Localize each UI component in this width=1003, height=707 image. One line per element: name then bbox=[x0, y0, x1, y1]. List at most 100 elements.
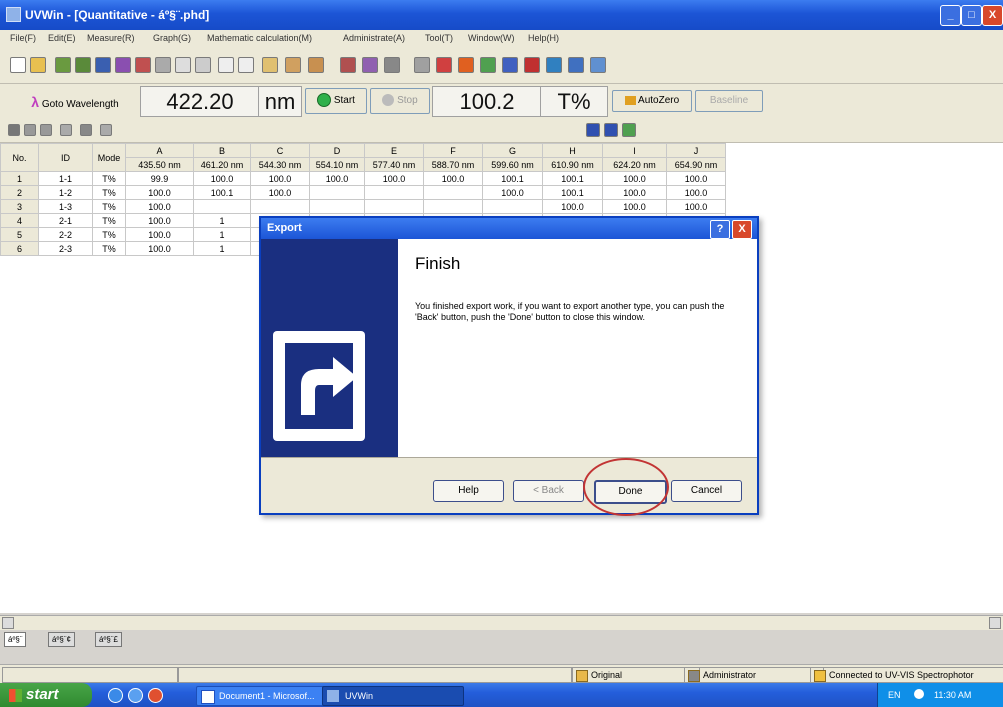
menu-edit[interactable]: Edit(E) bbox=[48, 33, 76, 43]
chart-icon[interactable] bbox=[622, 123, 636, 137]
menu-admin[interactable]: Administrate(A) bbox=[343, 33, 405, 43]
pointer-icon[interactable] bbox=[414, 57, 430, 73]
table-row[interactable]: 3 1-3 T% 100.0 100.0 100.0 100.0 bbox=[0, 199, 726, 214]
table-row[interactable]: 2 1-2 T% 100.0 100.1 100.0 100.0 100.1 100.0 100.… bbox=[0, 185, 726, 200]
cell-value[interactable] bbox=[193, 199, 251, 214]
open-method-icon[interactable] bbox=[75, 57, 91, 73]
ie-icon[interactable] bbox=[108, 688, 123, 703]
format-icon[interactable] bbox=[100, 124, 112, 136]
taskbar-uvwin[interactable]: UVWin bbox=[322, 686, 464, 706]
row-number[interactable]: 5 bbox=[0, 227, 39, 242]
save-as-icon[interactable] bbox=[115, 57, 131, 73]
sheet-tab[interactable]: áº§¨ bbox=[4, 632, 27, 647]
row-number[interactable]: 1 bbox=[0, 171, 39, 186]
peak-icon[interactable] bbox=[436, 57, 452, 73]
zoom-icon[interactable] bbox=[502, 57, 518, 73]
cell-value[interactable] bbox=[364, 185, 424, 200]
add-row-icon[interactable] bbox=[8, 124, 20, 136]
new-icon[interactable] bbox=[10, 57, 26, 73]
taskbar-document[interactable]: Document1 - Microsof... bbox=[196, 686, 340, 706]
open-icon[interactable] bbox=[30, 57, 46, 73]
row-id[interactable]: 2-1 bbox=[38, 213, 93, 228]
language-indicator[interactable]: EN bbox=[888, 690, 901, 700]
dialog-close-button[interactable]: X bbox=[732, 220, 752, 239]
speaker-icon[interactable] bbox=[914, 689, 924, 699]
export-icon[interactable] bbox=[586, 123, 600, 137]
baseline-button[interactable]: Baseline bbox=[695, 90, 763, 112]
cell-value[interactable]: 1 bbox=[193, 213, 251, 228]
cell-value[interactable]: 100.0 bbox=[666, 185, 726, 200]
horizontal-scrollbar[interactable] bbox=[0, 615, 1003, 630]
instrument-icon[interactable] bbox=[340, 57, 356, 73]
menu-file[interactable]: File(F) bbox=[10, 33, 36, 43]
sum-icon[interactable] bbox=[60, 124, 72, 136]
tool-icon[interactable] bbox=[384, 57, 400, 73]
cell-value[interactable]: 100.1 bbox=[542, 185, 603, 200]
sheet-tab[interactable]: áº§¨£ bbox=[95, 632, 122, 647]
wavelength-icon[interactable] bbox=[458, 57, 474, 73]
row-id[interactable]: 1-1 bbox=[38, 171, 93, 186]
cell-value[interactable]: 100.0 bbox=[602, 199, 667, 214]
row-mode[interactable]: T% bbox=[92, 213, 126, 228]
cell-value[interactable]: 100.0 bbox=[602, 185, 667, 200]
open-data-icon[interactable] bbox=[55, 57, 71, 73]
data-icon[interactable] bbox=[308, 57, 324, 73]
window-icon[interactable] bbox=[546, 57, 562, 73]
help-button[interactable]: Help bbox=[433, 480, 504, 502]
report-icon[interactable] bbox=[524, 57, 540, 73]
start-button[interactable]: Start bbox=[305, 88, 367, 114]
cell-value[interactable] bbox=[250, 199, 310, 214]
menu-graph[interactable]: Graph(G) bbox=[153, 33, 191, 43]
graph-icon[interactable] bbox=[480, 57, 496, 73]
row-number[interactable]: 6 bbox=[0, 241, 39, 256]
sheet-tab[interactable]: áº§¨¢ bbox=[48, 632, 75, 647]
save-icon[interactable] bbox=[95, 57, 111, 73]
import-icon[interactable] bbox=[135, 57, 151, 73]
delete-row-icon[interactable] bbox=[40, 124, 52, 136]
menu-help[interactable]: Help(H) bbox=[528, 33, 559, 43]
cell-value[interactable] bbox=[364, 199, 424, 214]
menu-window[interactable]: Window(W) bbox=[468, 33, 515, 43]
row-mode[interactable]: T% bbox=[92, 185, 126, 200]
cell-value[interactable]: 100.0 bbox=[482, 185, 543, 200]
copy-icon[interactable] bbox=[218, 57, 234, 73]
print-icon[interactable] bbox=[155, 57, 171, 73]
cell-value[interactable]: 100.0 bbox=[542, 199, 603, 214]
fill-icon[interactable] bbox=[80, 124, 92, 136]
autozero-button[interactable]: AutoZero bbox=[612, 90, 692, 112]
page-icon[interactable] bbox=[195, 57, 211, 73]
cell-value[interactable]: 100.0 bbox=[666, 199, 726, 214]
cell-value[interactable]: 100.0 bbox=[423, 171, 483, 186]
cell-value[interactable] bbox=[423, 185, 483, 200]
delete-icon[interactable] bbox=[238, 57, 254, 73]
cell-value[interactable]: 99.9 bbox=[125, 171, 194, 186]
menu-math[interactable]: Mathematic calculation(M) bbox=[207, 33, 312, 43]
cell-value[interactable] bbox=[309, 199, 365, 214]
maximize-button[interactable]: □ bbox=[961, 5, 982, 26]
row-id[interactable]: 1-2 bbox=[38, 185, 93, 200]
scroll-left-arrow-icon[interactable] bbox=[2, 617, 14, 629]
cell-value[interactable]: 100.1 bbox=[482, 171, 543, 186]
insert-row-icon[interactable] bbox=[24, 124, 36, 136]
goto-wavelength-button[interactable]: λ Goto Wavelength bbox=[14, 90, 136, 114]
row-number[interactable]: 4 bbox=[0, 213, 39, 228]
row-mode[interactable]: T% bbox=[92, 227, 126, 242]
table-row[interactable]: 1 1-1 T% 99.9 100.0 100.0 100.0 100.0 100.0 100.1… bbox=[0, 171, 726, 186]
row-id[interactable]: 2-2 bbox=[38, 227, 93, 242]
dialog-help-button[interactable]: ? bbox=[710, 220, 730, 239]
method-icon[interactable] bbox=[262, 57, 278, 73]
cancel-button[interactable]: Cancel bbox=[671, 480, 742, 502]
minimize-button[interactable]: _ bbox=[940, 5, 961, 26]
stop-button[interactable]: Stop bbox=[370, 88, 430, 114]
cell-value[interactable]: 100.0 bbox=[125, 227, 194, 242]
row-number[interactable]: 2 bbox=[0, 185, 39, 200]
menu-tool[interactable]: Tool(T) bbox=[425, 33, 453, 43]
cell-value[interactable]: 100.0 bbox=[250, 171, 310, 186]
start-button-taskbar[interactable]: start bbox=[0, 683, 92, 707]
cell-value[interactable]: 100.1 bbox=[193, 185, 251, 200]
browser-icon[interactable] bbox=[128, 688, 143, 703]
cell-value[interactable]: 100.0 bbox=[125, 185, 194, 200]
scroll-right-arrow-icon[interactable] bbox=[989, 617, 1001, 629]
cell-value[interactable]: 100.1 bbox=[542, 171, 603, 186]
cell-value[interactable]: 100.0 bbox=[193, 171, 251, 186]
